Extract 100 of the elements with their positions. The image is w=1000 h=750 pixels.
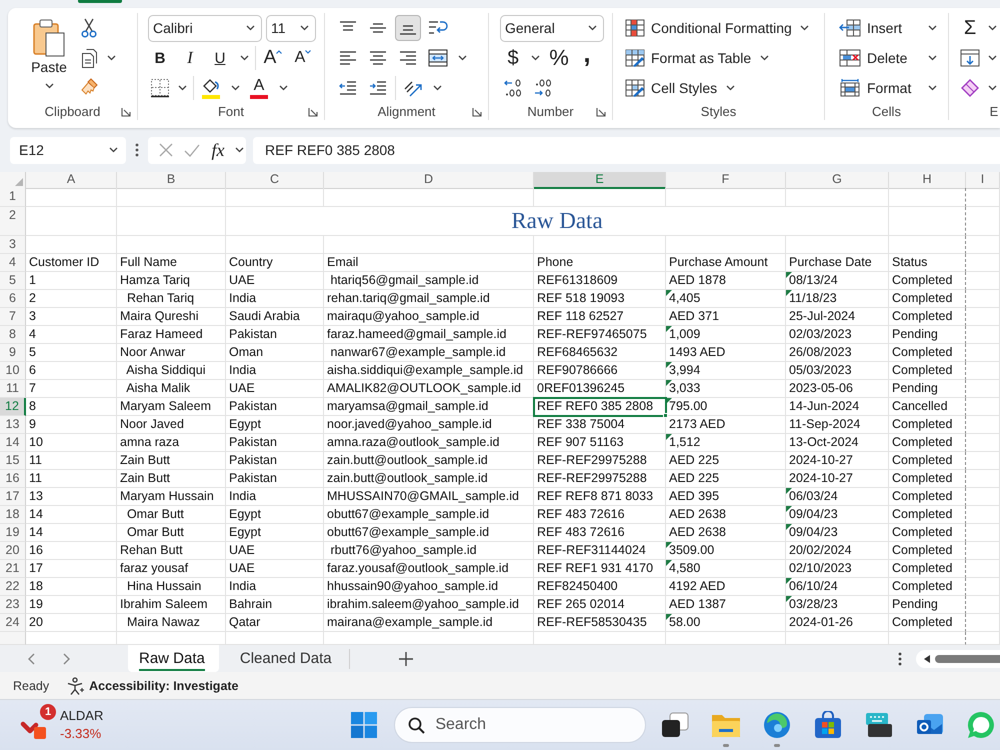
row-header[interactable]: 14 [0, 434, 26, 452]
row-header[interactable]: 11 [0, 380, 26, 398]
group-label: Clipboard [44, 104, 100, 119]
italic-button[interactable]: I [177, 45, 203, 71]
row-header[interactable]: 21 [0, 560, 26, 578]
column-header[interactable]: G [786, 172, 889, 189]
row-header[interactable]: 19 [0, 524, 26, 542]
table-cell: 11-Sep-2024 [786, 416, 889, 434]
caret-icon[interactable] [240, 55, 248, 61]
caret-icon[interactable] [178, 85, 186, 91]
table-cell: Completed [889, 488, 966, 506]
underline-button[interactable]: U [207, 45, 233, 71]
format-as-table-button[interactable]: Format as Table [625, 43, 824, 73]
row-header[interactable]: 4 [0, 254, 26, 272]
font-size-dropdown[interactable]: 11 [266, 14, 316, 42]
sheet-tab[interactable]: Cleaned Data [218, 645, 346, 672]
empty-cell [966, 542, 1000, 560]
scrollbar-thumb[interactable] [935, 654, 1000, 662]
paste-button[interactable]: Paste [26, 13, 72, 103]
caret-icon[interactable] [530, 55, 540, 61]
caret-icon[interactable] [234, 147, 244, 153]
column-header[interactable]: A [26, 172, 117, 189]
row-header[interactable]: 15 [0, 452, 26, 470]
dialog-launcher-icon[interactable] [121, 106, 131, 116]
dialog-launcher-icon[interactable] [308, 106, 318, 116]
row-header[interactable]: 12 [0, 398, 26, 416]
sheet-tab[interactable]: Raw Data [128, 645, 219, 672]
conditional-formatting-button[interactable]: Conditional Formatting [625, 13, 824, 43]
caret-icon[interactable] [988, 85, 996, 91]
dialog-launcher-icon[interactable] [472, 106, 482, 116]
caret-icon[interactable] [458, 55, 466, 61]
table-cell: Rehan Tariq [117, 290, 226, 308]
search-field[interactable]: Search [394, 707, 646, 743]
row-header[interactable]: 6 [0, 290, 26, 308]
row-header[interactable]: 3 [0, 236, 26, 254]
table-cell: 09/04/23 [786, 506, 889, 524]
caret-icon[interactable] [988, 25, 996, 31]
column-header[interactable]: D [324, 172, 534, 189]
insert-cells-button[interactable]: Insert [839, 13, 902, 43]
increase-font-size-button[interactable]: A [260, 45, 286, 71]
row-header[interactable]: 7 [0, 308, 26, 326]
dialog-launcher-icon[interactable] [596, 106, 606, 116]
row-header[interactable]: 24 [0, 614, 26, 632]
more-vertical-icon[interactable] [135, 143, 139, 157]
format-cells-button[interactable]: Format [839, 73, 912, 103]
column-header[interactable]: E [534, 172, 666, 189]
caret-icon[interactable] [928, 55, 936, 61]
row-header[interactable]: 18 [0, 506, 26, 524]
column-header[interactable]: F [666, 172, 786, 189]
caret-icon[interactable] [988, 55, 996, 61]
chevron-left-icon [27, 652, 35, 664]
column-header[interactable]: H [889, 172, 966, 189]
accessibility-status-button[interactable]: Accessibility: Investigate [67, 676, 239, 694]
font-family-dropdown[interactable]: Calibri [148, 14, 262, 42]
number-format-dropdown[interactable]: General [500, 14, 604, 42]
font-color-button[interactable]: A [246, 75, 272, 101]
table-cell: 2024-10-27 [786, 470, 889, 488]
caret-icon[interactable] [432, 85, 442, 91]
align-bottom-button[interactable] [395, 15, 421, 41]
table-cell: UAE [226, 272, 324, 290]
empty-cell [966, 614, 1000, 632]
row-header[interactable]: 2 [0, 207, 26, 236]
row-header[interactable]: 5 [0, 272, 26, 290]
more-vertical-icon[interactable] [898, 652, 902, 666]
row-header[interactable]: 17 [0, 488, 26, 506]
column-header[interactable]: C [226, 172, 324, 189]
fill-handle[interactable] [663, 413, 668, 418]
row-header[interactable]: 1 [0, 188, 26, 207]
caret-icon[interactable] [230, 85, 240, 91]
caret-icon[interactable] [278, 85, 288, 91]
decrease-font-size-button[interactable]: A [290, 45, 316, 71]
percent-button[interactable]: % [546, 45, 572, 71]
cell-styles-button[interactable]: Cell Styles [625, 73, 824, 103]
caret-icon[interactable] [106, 55, 116, 61]
scroll-left-icon[interactable] [924, 654, 930, 662]
start-button[interactable] [351, 710, 378, 740]
caret-icon[interactable] [928, 25, 936, 31]
caret-icon[interactable] [928, 85, 936, 91]
table-cell: faraz.yousaf@outlook_sample.id [324, 560, 534, 578]
row-header[interactable]: 13 [0, 416, 26, 434]
column-header[interactable]: I [966, 172, 1000, 189]
comma-style-button[interactable]: , [576, 45, 598, 71]
row-header[interactable]: 22 [0, 578, 26, 596]
row-header[interactable]: 8 [0, 326, 26, 344]
formula-field[interactable]: REF REF0 385 2808 [253, 136, 1000, 164]
bold-button[interactable]: B [147, 45, 173, 71]
row-header[interactable]: 20 [0, 542, 26, 560]
row-header[interactable]: 9 [0, 344, 26, 362]
row-header[interactable]: 10 [0, 362, 26, 380]
table-cell: Pakistan [226, 434, 324, 452]
table-cell: UAE [226, 542, 324, 560]
stock-widget[interactable]: 1 ALDAR -3.33% [20, 703, 104, 747]
name-box[interactable]: E12 [10, 136, 126, 164]
row-header[interactable]: 16 [0, 470, 26, 488]
horizontal-scrollbar[interactable] [916, 650, 1000, 668]
currency-button[interactable]: $ [502, 45, 524, 71]
row-header[interactable]: 23 [0, 596, 26, 614]
autosum-button[interactable]: Σ [959, 15, 981, 41]
delete-cells-button[interactable]: Delete [839, 43, 908, 73]
column-header[interactable]: B [117, 172, 226, 189]
